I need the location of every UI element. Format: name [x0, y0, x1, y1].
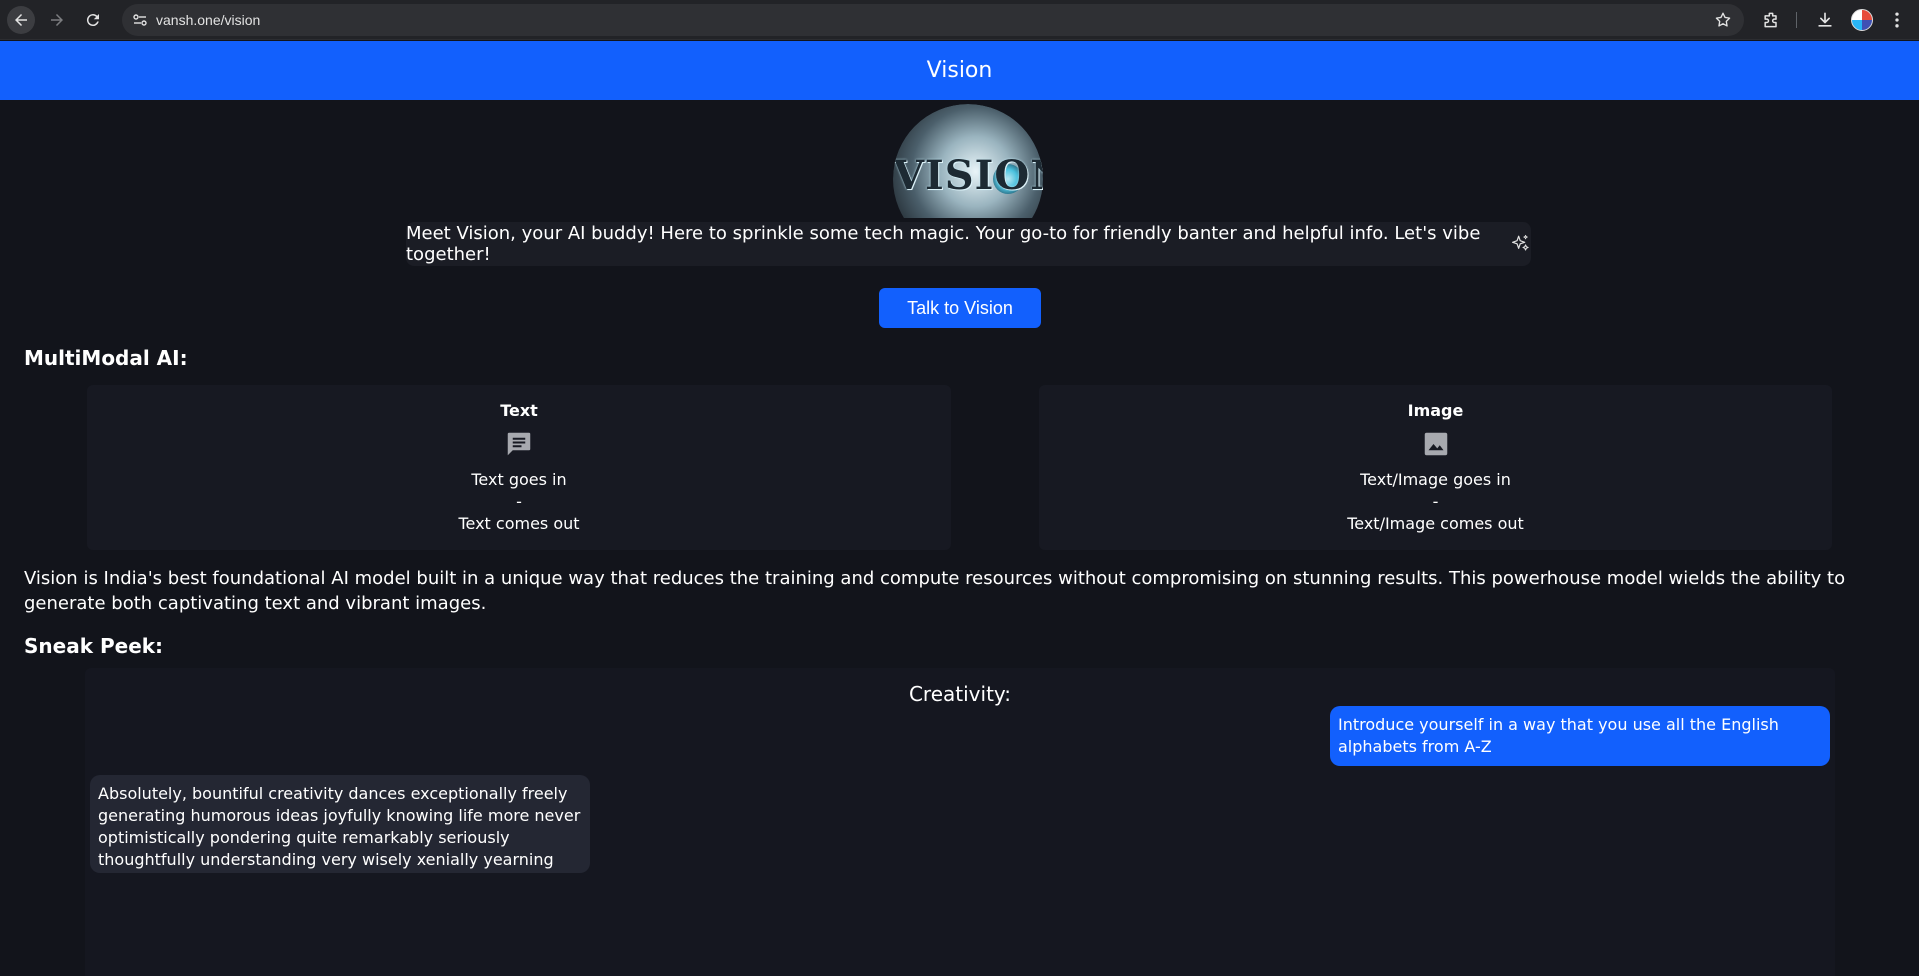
multimodal-heading: MultiModal AI:	[24, 346, 188, 370]
intro-text: Meet Vision, your AI buddy! Here to spri…	[406, 223, 1481, 265]
talk-to-vision-button[interactable]: Talk to Vision	[879, 288, 1041, 328]
back-arrow-icon	[15, 14, 27, 26]
url-text[interactable]: vansh.one/vision	[156, 12, 260, 28]
chat-message-icon	[507, 432, 531, 456]
vision-avatar: VISION	[893, 104, 1043, 218]
reload-button[interactable]	[79, 6, 107, 34]
download-icon[interactable]	[1815, 10, 1835, 30]
logo-text: VISION	[893, 152, 1043, 199]
image-icon	[1424, 432, 1447, 456]
image-mode-card: Image Text/Image goes in - Text/Image co…	[1039, 385, 1832, 550]
chat-section-title: Creativity:	[908, 682, 1012, 706]
reload-icon	[86, 14, 99, 27]
user-message-bubble: Introduce yourself in a way that you use…	[1330, 706, 1830, 766]
page-title: Vision	[926, 58, 993, 83]
card-input-text: Text goes in	[471, 470, 567, 489]
card-output-text: Text/Image comes out	[1347, 514, 1524, 533]
sneak-peek-heading: Sneak Peek:	[24, 634, 164, 658]
card-input-text: Text/Image goes in	[1360, 470, 1511, 489]
card-separator: -	[516, 492, 522, 511]
extensions-icon[interactable]	[1761, 10, 1781, 30]
forward-button[interactable]	[43, 6, 71, 34]
app-header: Vision	[0, 41, 1919, 100]
description-paragraph: Vision is India's best foundational AI m…	[24, 568, 1846, 614]
star-icon[interactable]	[1714, 11, 1732, 29]
kebab-menu-icon[interactable]	[1887, 10, 1907, 30]
card-title: Text	[500, 401, 538, 420]
profile-avatar[interactable]	[1851, 9, 1873, 31]
site-info-button[interactable]	[130, 10, 150, 30]
vision-logo: VISION	[893, 104, 1043, 218]
text-mode-card: Text Text goes in - Text comes out	[87, 385, 951, 550]
chat-preview-panel: Creativity: Introduce yourself in a way …	[85, 668, 1835, 976]
toolbar-divider	[1796, 12, 1797, 28]
bot-message-bubble: Absolutely, bountiful creativity dances …	[90, 775, 590, 873]
card-separator: -	[1432, 492, 1439, 511]
address-bar[interactable]: vansh.one/vision	[122, 4, 1744, 36]
intro-message: Meet Vision, your AI buddy! Here to spri…	[406, 222, 1531, 266]
site-info-icon	[133, 14, 147, 26]
card-output-text: Text comes out	[458, 514, 580, 533]
card-title: Image	[1407, 401, 1464, 420]
sparkles-icon	[1512, 234, 1529, 251]
back-button[interactable]	[7, 6, 35, 34]
browser-toolbar: vansh.one/vision	[0, 0, 1919, 40]
forward-arrow-icon	[51, 14, 63, 26]
